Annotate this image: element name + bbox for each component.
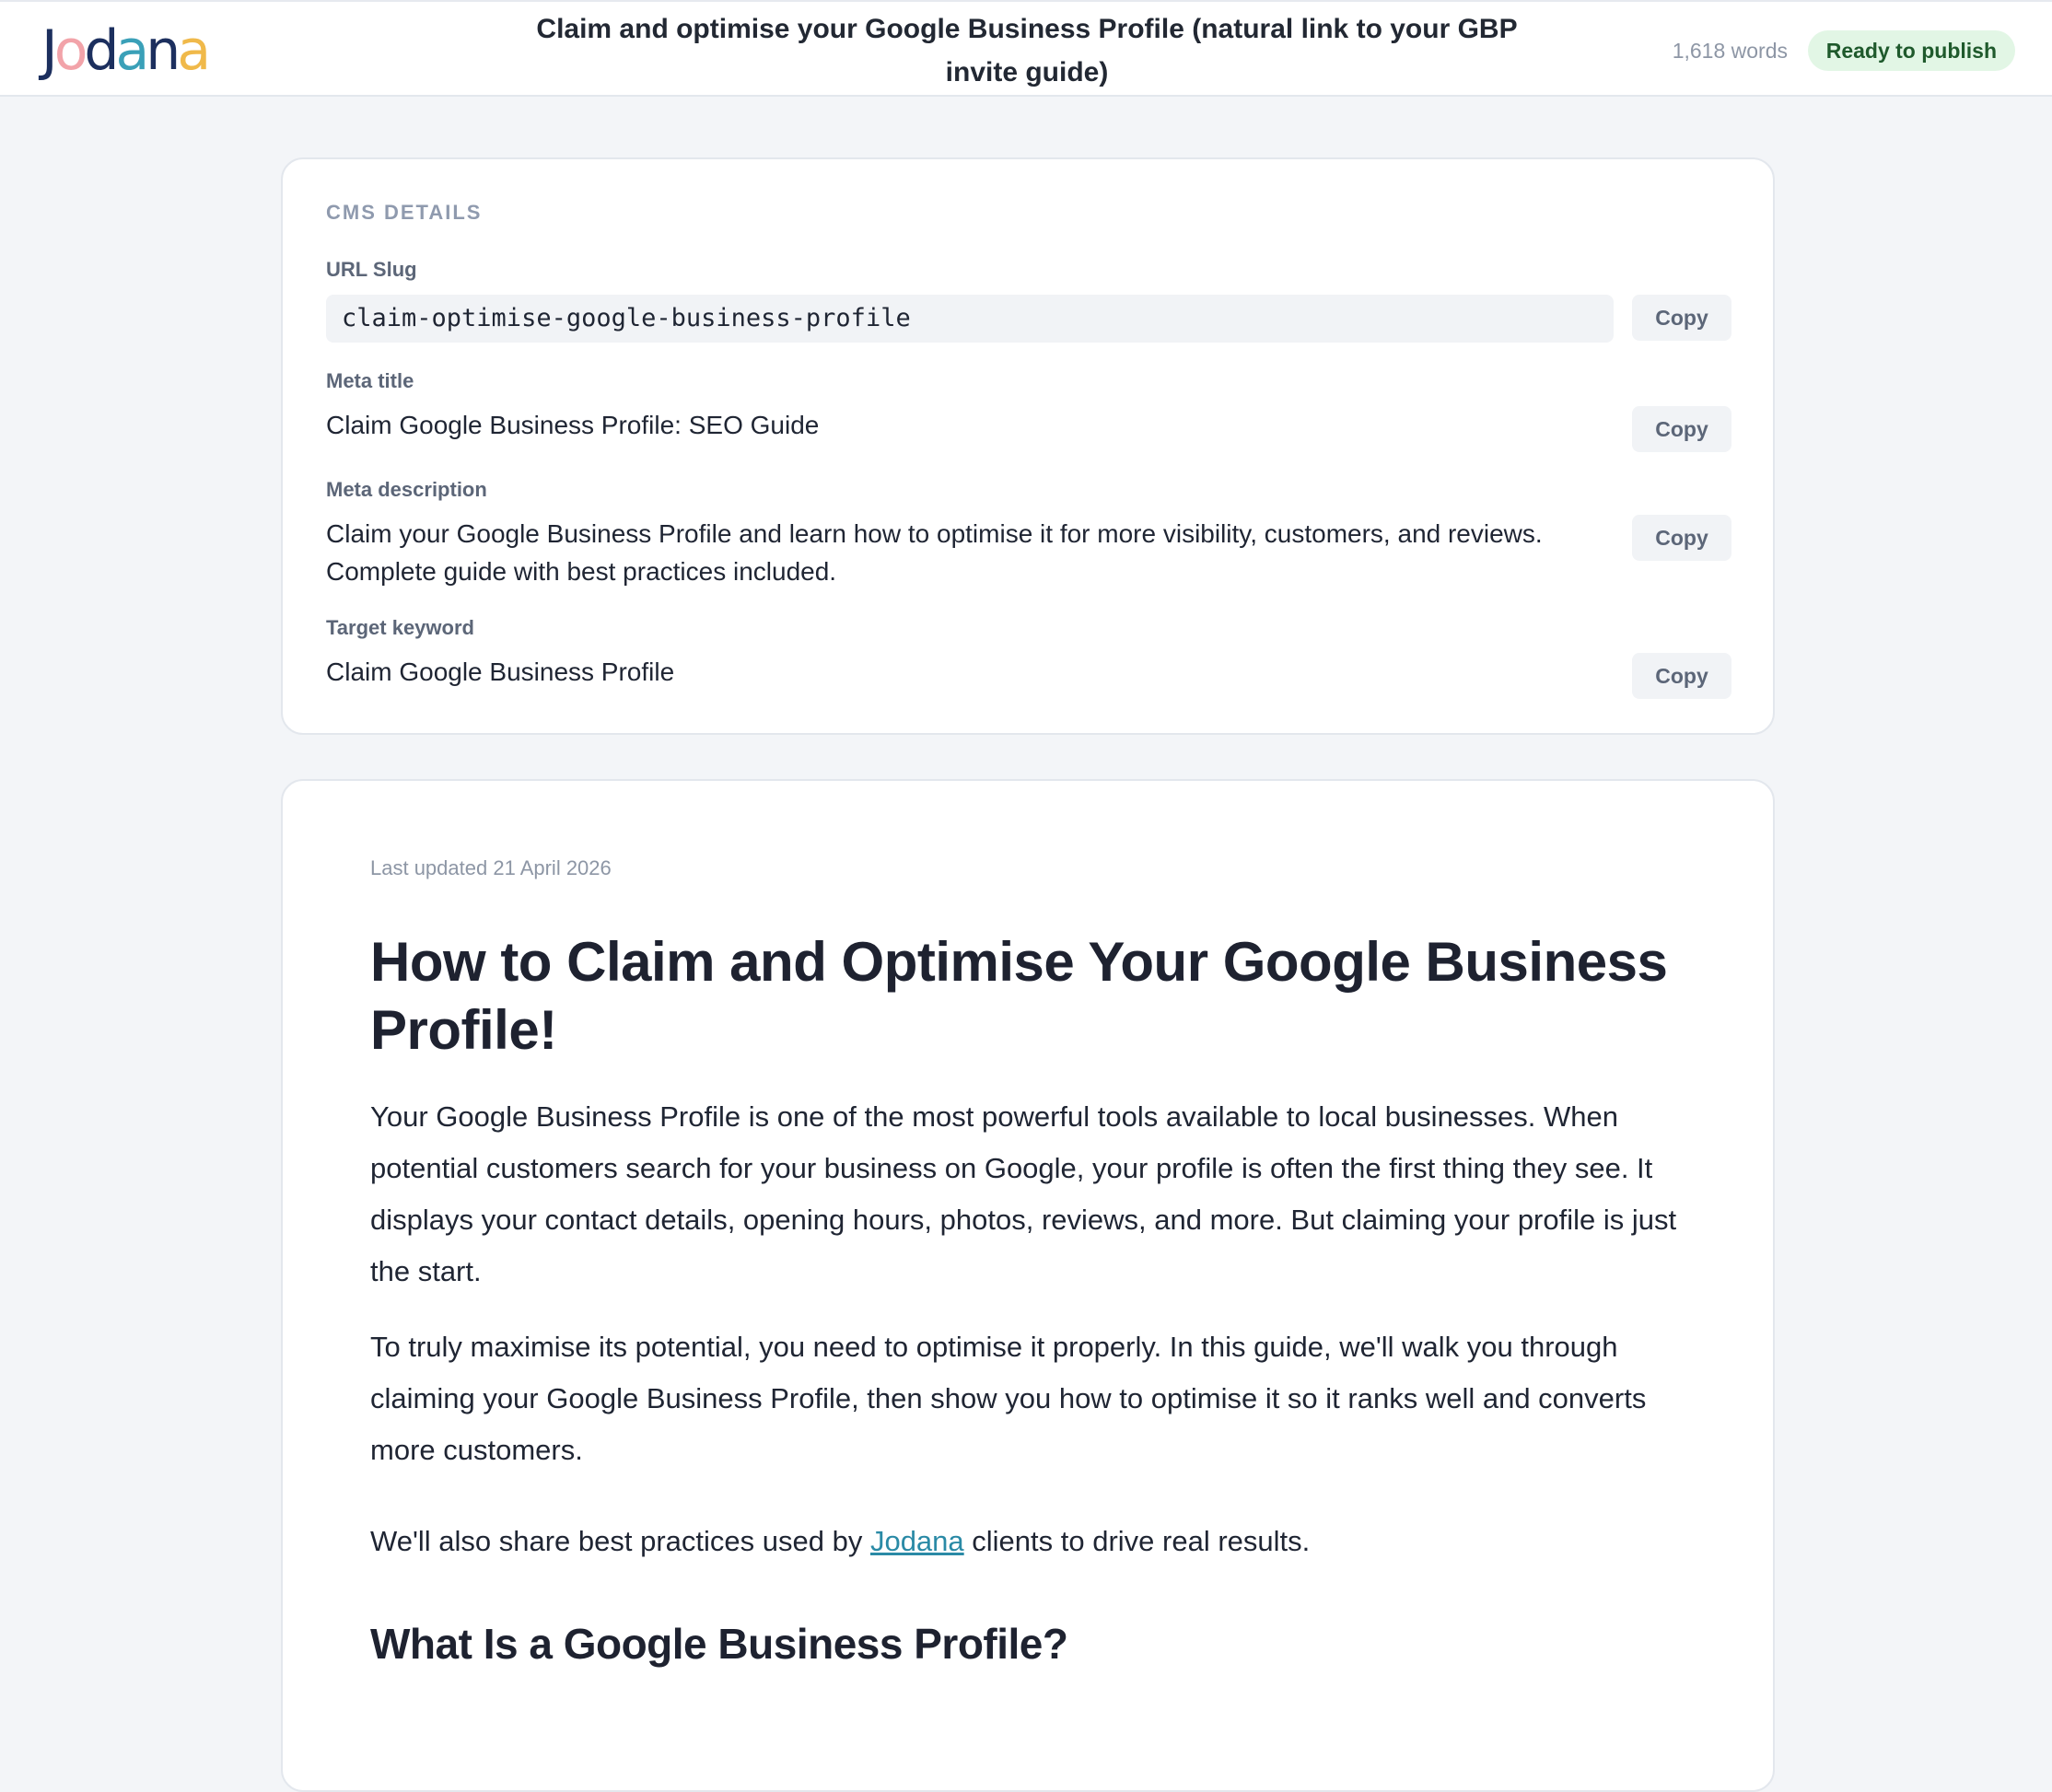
last-updated-date: Last updated 21 April 2026 (370, 856, 612, 879)
url-slug-value: claim-optimise-google-business-profile (326, 295, 1614, 343)
jodana-link[interactable]: Jodana (870, 1525, 964, 1557)
copy-meta-description-button[interactable]: Copy (1632, 515, 1731, 561)
logo-letter: o (53, 18, 88, 83)
jodana-logo[interactable]: Jodana (41, 18, 211, 83)
top-bar: Jodana Claim and optimise your Google Bu… (0, 0, 2052, 97)
article-paragraph: We'll also share best practices used by … (370, 1516, 1696, 1567)
section-heading: What Is a Google Business Profile? (370, 1620, 1068, 1668)
article-title: How to Claim and Optimise Your Google Bu… (370, 931, 1668, 1061)
article-card: Last updated 21 April 2026 How to Claim … (281, 779, 1775, 1792)
logo-letter: a (177, 18, 211, 83)
article-paragraph: Your Google Business Profile is one of t… (370, 1100, 1677, 1287)
cms-details-heading: CMS DETAILS (326, 201, 483, 224)
paragraph-text: We'll also share best practices used by (370, 1525, 870, 1557)
logo-letter: a (115, 18, 150, 83)
status-badge: Ready to publish (1807, 30, 2015, 71)
logo-letter: n (146, 18, 181, 83)
logo-letter: J (41, 18, 58, 83)
logo-letter: d (84, 18, 119, 83)
meta-title-value: Claim Google Business Profile: SEO Guide (326, 411, 820, 439)
cms-details-card: CMS DETAILS URL Slug claim-optimise-goog… (281, 157, 1775, 735)
meta-description-label: Meta description (326, 478, 487, 501)
meta-title-label: Meta title (326, 369, 414, 392)
word-count: 1,618 words (1672, 39, 1788, 63)
target-keyword-label: Target keyword (326, 616, 474, 639)
copy-meta-title-button[interactable]: Copy (1632, 406, 1731, 452)
target-keyword-value: Claim Google Business Profile (326, 657, 675, 686)
copy-target-keyword-button[interactable]: Copy (1632, 653, 1731, 699)
paragraph-text: clients to drive real results. (963, 1525, 1311, 1557)
url-slug-label: URL Slug (326, 258, 417, 281)
article-paragraph: To truly maximise its potential, you nee… (370, 1331, 1647, 1466)
document-title: Claim and optimise your Google Business … (536, 14, 1518, 87)
meta-description-value: Claim your Google Business Profile and l… (326, 519, 1543, 586)
copy-slug-button[interactable]: Copy (1632, 295, 1731, 341)
